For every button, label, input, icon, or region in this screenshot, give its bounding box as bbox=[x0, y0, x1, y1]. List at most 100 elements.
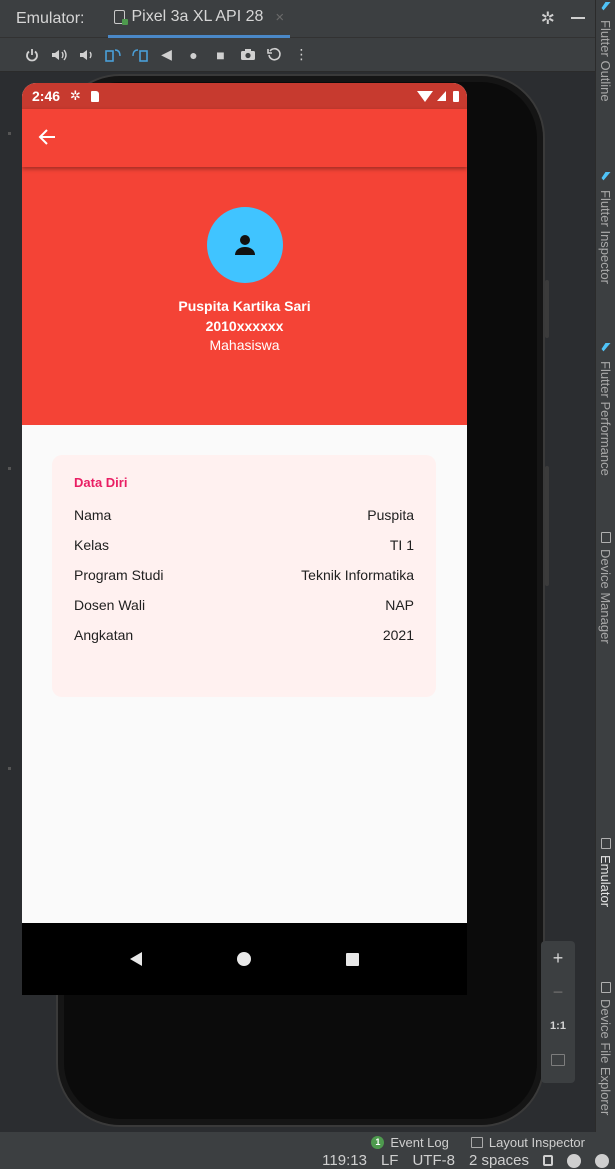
phone-screen: 2:46 ✲ Puspita Kartika Sari 2010xxxxxx M… bbox=[22, 83, 467, 923]
profile-nim: 2010xxxxxx bbox=[205, 318, 284, 334]
wifi-icon bbox=[417, 90, 433, 102]
row-value: Teknik Informatika bbox=[301, 567, 414, 583]
rotate-left-icon[interactable] bbox=[99, 38, 126, 72]
tab-close-icon[interactable]: × bbox=[275, 9, 284, 26]
left-gutter bbox=[0, 72, 20, 1132]
profile-header: Puspita Kartika Sari 2010xxxxxx Mahasisw… bbox=[22, 167, 467, 425]
file-explorer-icon bbox=[600, 982, 611, 993]
power-icon[interactable] bbox=[18, 38, 45, 72]
info-row: Nama Puspita bbox=[74, 500, 414, 530]
emulator-titlebar: Emulator: Pixel 3a XL API 28 × ✲ bbox=[0, 0, 595, 38]
device-manager-icon bbox=[600, 532, 611, 543]
emulator-title: Emulator: bbox=[16, 9, 85, 27]
layout-inspector-button[interactable]: Layout Inspector bbox=[470, 1134, 585, 1150]
row-value: NAP bbox=[385, 597, 414, 613]
phone-volume-button bbox=[545, 466, 549, 586]
lock-icon[interactable] bbox=[543, 1155, 553, 1166]
device-icon bbox=[114, 10, 129, 25]
row-value: Puspita bbox=[367, 507, 414, 523]
more-options-icon[interactable]: ⋮ bbox=[288, 38, 315, 72]
row-label: Angkatan bbox=[74, 627, 134, 643]
back-icon[interactable]: ◀ bbox=[153, 38, 180, 72]
nav-recents-icon[interactable] bbox=[346, 952, 360, 966]
row-value: 2021 bbox=[382, 627, 414, 643]
info-row: Dosen Wali NAP bbox=[74, 590, 414, 620]
tool-label: Flutter Inspector bbox=[598, 190, 613, 284]
event-log-label: Event Log bbox=[390, 1134, 449, 1150]
tool-label: Device Manager bbox=[598, 549, 613, 644]
line-separator[interactable]: LF bbox=[381, 1152, 399, 1169]
row-value: TI 1 bbox=[389, 537, 414, 553]
avatar bbox=[206, 207, 283, 283]
nav-back-icon[interactable] bbox=[129, 952, 142, 966]
emulator-icon bbox=[600, 838, 611, 849]
row-label: Nama bbox=[74, 507, 112, 523]
info-row: Kelas TI 1 bbox=[74, 530, 414, 560]
device-tab[interactable]: Pixel 3a XL API 28 × bbox=[108, 0, 291, 38]
signal-icon bbox=[437, 91, 446, 101]
android-nav-bar bbox=[22, 923, 467, 995]
phone-power-button bbox=[545, 280, 549, 338]
camera-icon[interactable] bbox=[234, 38, 261, 72]
minimize-icon[interactable] bbox=[571, 17, 585, 19]
tool-device-manager[interactable]: Device Manager bbox=[598, 532, 613, 644]
card-title: Data Diri bbox=[74, 475, 128, 490]
profile-name: Puspita Kartika Sari bbox=[178, 298, 311, 314]
indent-setting[interactable]: 2 spaces bbox=[469, 1152, 529, 1169]
tool-label: Emulator bbox=[598, 855, 613, 908]
tool-flutter-outline[interactable]: Flutter Outline bbox=[598, 2, 613, 102]
zoom-fit-button[interactable] bbox=[541, 1043, 575, 1077]
info-row: Angkatan 2021 bbox=[74, 620, 414, 650]
volume-down-icon[interactable] bbox=[72, 38, 99, 72]
tool-emulator[interactable]: Emulator bbox=[598, 838, 613, 907]
zoom-in-button[interactable]: + bbox=[541, 941, 575, 975]
sd-card-icon bbox=[90, 90, 99, 102]
emulator-toolbar: ◀ ● ■ ⋮ bbox=[0, 38, 595, 72]
row-label: Program Studi bbox=[74, 567, 164, 583]
status-icons bbox=[417, 90, 459, 102]
tool-flutter-performance[interactable]: Flutter Performance bbox=[598, 343, 613, 476]
tool-label: Device File Explorer bbox=[598, 999, 613, 1116]
info-row: Program Studi Teknik Informatika bbox=[74, 560, 414, 590]
layout-inspector-icon bbox=[470, 1136, 483, 1148]
home-icon[interactable]: ● bbox=[180, 38, 207, 72]
overview-icon[interactable]: ■ bbox=[207, 38, 234, 72]
ide-status-bar: 119:13 LF UTF-8 2 spaces bbox=[0, 1152, 615, 1169]
tool-window-bar: 1 Event Log Layout Inspector bbox=[0, 1132, 615, 1152]
event-count-badge: 1 bbox=[371, 1135, 385, 1149]
file-encoding[interactable]: UTF-8 bbox=[412, 1152, 455, 1169]
fit-screen-icon bbox=[551, 1054, 565, 1066]
profile-role: Mahasiswa bbox=[209, 337, 280, 353]
settings-notification-icon: ✲ bbox=[70, 88, 81, 103]
cursor-position[interactable]: 119:13 bbox=[322, 1152, 367, 1169]
snapshot-icon[interactable] bbox=[261, 38, 288, 72]
arrow-back-icon[interactable] bbox=[38, 127, 56, 149]
tool-device-file-explorer[interactable]: Device File Explorer bbox=[598, 982, 613, 1115]
android-status-bar: 2:46 ✲ bbox=[22, 83, 467, 109]
flutter-icon bbox=[601, 2, 611, 11]
rotate-right-icon[interactable] bbox=[126, 38, 153, 72]
zoom-out-button[interactable]: − bbox=[541, 975, 575, 1009]
flutter-icon bbox=[601, 172, 611, 181]
settings-gear-icon[interactable]: ✲ bbox=[541, 9, 555, 29]
tool-window-strip: Flutter Outline Flutter Inspector Flutte… bbox=[595, 0, 615, 1132]
row-label: Kelas bbox=[74, 537, 110, 553]
app-bar bbox=[22, 109, 467, 167]
zoom-actual-size-button[interactable]: 1:1 bbox=[541, 1009, 575, 1043]
feedback-icon[interactable] bbox=[595, 1153, 609, 1168]
volume-up-icon[interactable] bbox=[45, 38, 72, 72]
tool-label: Flutter Performance bbox=[598, 361, 613, 476]
nav-home-icon[interactable] bbox=[236, 952, 251, 966]
inspection-icon[interactable] bbox=[567, 1153, 581, 1168]
status-time: 2:46 bbox=[32, 88, 61, 104]
row-label: Dosen Wali bbox=[74, 597, 146, 613]
tool-flutter-inspector[interactable]: Flutter Inspector bbox=[598, 172, 613, 284]
layout-inspector-label: Layout Inspector bbox=[488, 1134, 585, 1150]
flutter-icon bbox=[601, 343, 611, 352]
tool-label: Flutter Outline bbox=[598, 20, 613, 102]
battery-icon bbox=[453, 90, 459, 102]
device-tab-label: Pixel 3a XL API 28 bbox=[131, 8, 264, 25]
event-log-button[interactable]: 1 Event Log bbox=[371, 1135, 449, 1150]
zoom-controls: + − 1:1 bbox=[541, 941, 575, 1083]
person-icon bbox=[234, 235, 255, 255]
